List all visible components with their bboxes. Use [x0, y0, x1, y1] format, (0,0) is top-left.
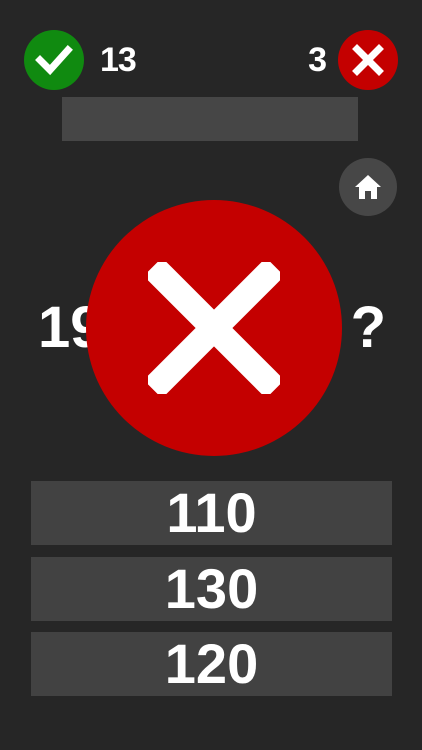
wrong-badge	[338, 30, 398, 90]
question-mark: ?	[350, 295, 386, 360]
wrong-result-overlay	[86, 200, 342, 456]
home-button[interactable]	[339, 158, 397, 216]
home-icon	[355, 175, 381, 199]
answer-option-2[interactable]: 130	[31, 557, 392, 621]
answer-option-1[interactable]: 110	[31, 481, 392, 545]
answer-option-3[interactable]: 120	[31, 632, 392, 696]
progress-bar	[62, 97, 358, 141]
correct-badge	[24, 30, 84, 90]
x-mark-icon	[148, 262, 280, 394]
game-screen: 13 3 19 ? 110 130 120	[0, 0, 422, 750]
checkmark-icon	[35, 45, 73, 76]
x-mark-icon	[352, 44, 384, 76]
wrong-count: 3	[308, 41, 327, 79]
correct-count: 13	[100, 41, 137, 79]
